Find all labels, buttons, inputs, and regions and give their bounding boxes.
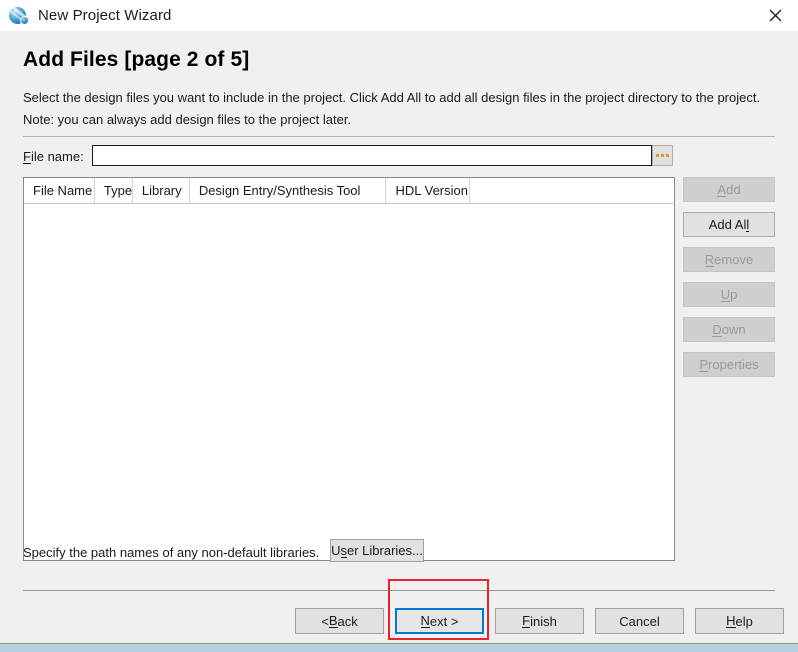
up-button: Up <box>683 282 775 307</box>
button-label-pre: < <box>321 613 329 629</box>
help-button[interactable]: Help <box>695 608 784 634</box>
table-column-header[interactable] <box>470 178 674 203</box>
file-name-label-accelerator: F <box>23 149 31 164</box>
file-name-input[interactable] <box>92 145 652 166</box>
button-accelerator: U <box>720 286 731 302</box>
button-label-post: emove <box>714 252 754 267</box>
button-accelerator: A <box>717 181 727 197</box>
page-description-line-2: Note: you can always add design files to… <box>23 112 352 127</box>
table-column-header-label: Type <box>103 183 133 198</box>
quartus-globe-icon <box>8 5 30 27</box>
table-header-row: File Name Type Library Design Entry/Synthes… <box>24 178 674 204</box>
table-body[interactable] <box>24 204 674 560</box>
table-column-header-label: Library <box>141 183 182 198</box>
button-accelerator: H <box>726 613 736 628</box>
table-column-header-label: File Name <box>33 183 93 198</box>
button-accelerator: P <box>699 356 709 372</box>
cancel-button[interactable]: Cancel <box>595 608 684 634</box>
table-column-header[interactable]: File Name <box>24 178 95 203</box>
table-column-header-label: Design Entry/Synthesis Tool <box>198 183 361 198</box>
page-title: Add Files [page 2 of 5] <box>23 48 250 71</box>
dialog-content: Add Files [page 2 of 5] Select the desig… <box>0 31 798 652</box>
add-button: Add <box>683 177 775 202</box>
button-label-post: elp <box>735 613 753 629</box>
button-accelerator: F <box>522 613 531 628</box>
user-libraries-button-label-pre: U <box>331 543 341 558</box>
button-label-post: roperties <box>708 357 759 372</box>
button-accelerator: R <box>704 251 715 267</box>
file-name-label-text: ile name: <box>30 149 84 164</box>
ellipsis-dot-icon <box>656 154 659 157</box>
table-column-header[interactable]: Design Entry/Synthesis Tool <box>190 178 387 203</box>
close-icon[interactable] <box>752 0 798 31</box>
table-column-header[interactable]: HDL Version <box>386 178 471 203</box>
title-bar: New Project Wizard <box>0 0 798 31</box>
add-all-button[interactable]: Add Al l <box>683 212 775 237</box>
button-label-pre: Add Al <box>708 217 747 232</box>
file-list-table[interactable]: File Name Type Library Design Entry/Synthes… <box>23 177 675 561</box>
window-title: New Project Wizard <box>38 7 172 24</box>
button-label-post: dd <box>726 182 741 197</box>
user-libraries-button[interactable]: Us er Libraries... <box>330 539 424 562</box>
ellipsis-dot-icon <box>666 154 669 157</box>
button-label-post: p <box>730 287 738 302</box>
button-accelerator: D <box>712 321 722 337</box>
table-column-header[interactable]: Library <box>133 178 190 203</box>
file-name-label: File name: <box>23 149 84 164</box>
button-label-post: own <box>721 322 746 337</box>
table-column-header-label: HDL Version <box>395 183 468 198</box>
back-button[interactable]: < Back <box>295 608 384 634</box>
page-description-line-1: Select the design files you want to incl… <box>23 90 761 105</box>
header-divider <box>23 136 775 137</box>
button-label-post: inish <box>530 613 557 629</box>
user-libraries-button-label-post: er Libraries... <box>347 543 423 558</box>
window-bottom-strip <box>0 643 798 652</box>
button-accelerator: l <box>746 216 750 232</box>
button-accelerator: N <box>420 613 430 628</box>
finish-button[interactable]: Finish <box>495 608 584 634</box>
button-label-post: ext > <box>429 613 459 629</box>
remove-button: Remove <box>683 247 775 272</box>
next-button[interactable]: Next > <box>395 608 484 634</box>
ellipsis-dot-icon <box>661 154 664 157</box>
table-column-header[interactable]: Type <box>95 178 133 203</box>
button-accelerator: B <box>328 613 338 628</box>
footer-divider <box>23 590 775 591</box>
button-label-pre: Cancel <box>619 613 660 629</box>
properties-button: Properties <box>683 352 775 377</box>
button-label-post: ack <box>337 613 358 629</box>
browse-files-button[interactable] <box>652 145 673 166</box>
user-libraries-hint: Specify the path names of any non-defaul… <box>23 545 320 560</box>
down-button: Down <box>683 317 775 342</box>
